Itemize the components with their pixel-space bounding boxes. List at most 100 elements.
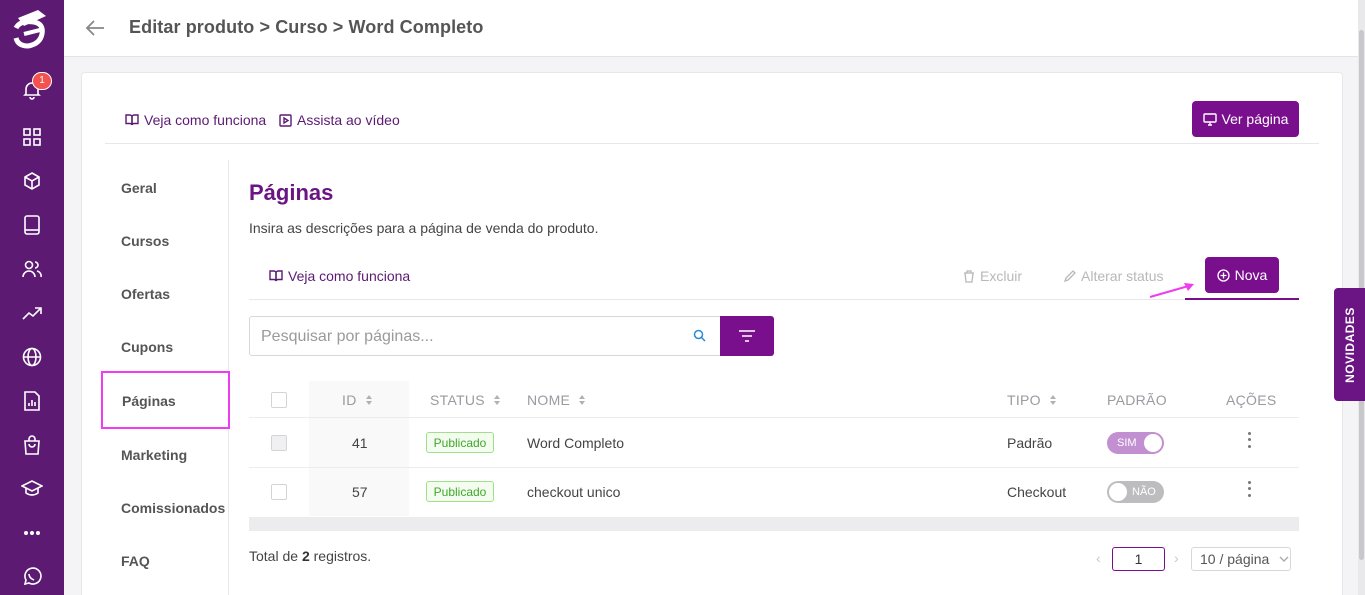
view-page-label: Ver página	[1221, 111, 1289, 127]
open-book-icon	[125, 114, 139, 126]
chevron-down-icon	[1279, 556, 1289, 562]
row-type: Checkout	[1007, 484, 1067, 500]
top-header: Editar produto > Curso > Word Completo	[64, 0, 1358, 57]
column-header-id-label: ID	[342, 392, 357, 408]
book-icon[interactable]	[20, 213, 44, 237]
default-toggle-label: NÃO	[1132, 486, 1156, 498]
users-icon[interactable]	[20, 257, 44, 281]
page-number-input[interactable]: 1	[1112, 547, 1165, 571]
delete-label: Excluir	[980, 268, 1023, 284]
column-header-default-label: PADRÃO	[1107, 392, 1167, 408]
row-name[interactable]: Word Completo	[527, 435, 624, 451]
default-toggle[interactable]: NÃO	[1107, 481, 1164, 503]
new-page-button[interactable]: Nova	[1205, 257, 1279, 293]
search-input[interactable]	[261, 326, 681, 348]
column-header-type[interactable]: TIPO	[1007, 392, 1057, 408]
toggle-knob	[1109, 483, 1127, 501]
delete-button[interactable]: Excluir	[963, 268, 1022, 284]
status-badge: Publicado	[426, 432, 494, 453]
product-box-icon[interactable]	[20, 169, 44, 193]
toolbar-divider	[249, 299, 1185, 300]
total-records: Total de 2 registros.	[249, 548, 371, 564]
filter-button[interactable]	[720, 316, 774, 356]
side-menu-item-marketing[interactable]: Marketing	[121, 447, 187, 463]
column-header-actions: AÇÕES	[1226, 392, 1277, 408]
dashboard-grid-icon[interactable]	[20, 125, 44, 149]
side-menu-item-paginas[interactable]: Páginas	[122, 393, 176, 409]
trash-icon	[964, 269, 974, 283]
globe-icon[interactable]	[20, 345, 44, 369]
back-arrow-icon[interactable]	[84, 17, 106, 39]
side-menu-item-cupons[interactable]: Cupons	[121, 339, 173, 355]
page-size-value: 10 / página	[1200, 551, 1270, 567]
new-page-label: Nova	[1234, 267, 1268, 283]
search-icon[interactable]	[693, 329, 706, 342]
video-play-icon	[279, 113, 292, 127]
toolbar-active-underline	[1185, 298, 1299, 300]
row-type: Padrão	[1007, 435, 1053, 451]
column-header-default: PADRÃO	[1107, 392, 1167, 408]
row-checkbox[interactable]	[271, 435, 287, 451]
default-toggle[interactable]: SIM	[1107, 432, 1164, 454]
total-count: 2	[301, 548, 310, 564]
more-horizontal-icon[interactable]	[20, 521, 44, 545]
trending-up-icon[interactable]	[20, 301, 44, 325]
toggle-knob	[1144, 434, 1162, 452]
row-divider	[249, 467, 1299, 468]
view-page-button[interactable]: Ver página	[1192, 101, 1299, 137]
column-header-status-label: STATUS	[430, 392, 485, 408]
monitor-icon	[1202, 112, 1217, 126]
filter-icon	[739, 330, 755, 342]
watch-video-link[interactable]: Assista ao vídeo	[279, 112, 400, 128]
sort-icon	[493, 395, 500, 405]
whatsapp-icon[interactable]	[20, 565, 44, 589]
total-suffix: registros.	[313, 548, 372, 564]
side-menu-item-faq[interactable]: FAQ	[121, 553, 150, 569]
search-box	[249, 316, 721, 356]
row-actions-menu-icon[interactable]	[1242, 479, 1256, 499]
graduation-cap-icon[interactable]	[20, 477, 44, 501]
column-header-name-label: NOME	[527, 392, 571, 408]
side-menu-item-cursos[interactable]: Cursos	[121, 233, 169, 249]
how-it-works-link[interactable]: Veja como funciona	[125, 112, 266, 128]
side-menu-item-geral[interactable]: Geral	[121, 180, 157, 196]
column-header-name[interactable]: NOME	[527, 392, 586, 408]
sort-icon	[579, 395, 586, 405]
column-header-actions-label: AÇÕES	[1226, 392, 1277, 408]
section-how-it-works-label: Veja como funciona	[288, 268, 411, 284]
plus-circle-icon	[1217, 268, 1230, 282]
prev-page-icon[interactable]: ‹	[1096, 550, 1101, 566]
row-checkbox[interactable]	[271, 484, 287, 500]
watch-video-label: Assista ao vídeo	[297, 112, 400, 128]
page-size-select[interactable]: 10 / página	[1191, 547, 1291, 571]
next-page-icon[interactable]: ›	[1174, 550, 1179, 566]
report-icon[interactable]	[20, 389, 44, 413]
section-description: Insira as descrições para a página de ve…	[249, 220, 599, 236]
column-header-type-label: TIPO	[1007, 392, 1041, 408]
side-menu-item-comissionados[interactable]: Comissionados	[121, 500, 225, 516]
column-header-id[interactable]: ID	[342, 392, 373, 408]
header-row-divider	[249, 417, 1299, 418]
status-badge: Publicado	[426, 481, 494, 502]
default-toggle-label: SIM	[1117, 437, 1137, 449]
shopping-bag-icon[interactable]	[20, 433, 44, 457]
select-all-checkbox[interactable]	[271, 392, 287, 408]
table-horizontal-scrollbar[interactable]	[249, 517, 1299, 531]
row-id: 41	[352, 435, 368, 451]
total-prefix: Total de	[249, 548, 299, 564]
notification-badge: 1	[32, 72, 52, 90]
left-rail: 1	[0, 0, 64, 595]
row-actions-menu-icon[interactable]	[1242, 430, 1256, 450]
column-header-status[interactable]: STATUS	[430, 392, 501, 408]
sort-icon	[1049, 395, 1056, 405]
section-title: Páginas	[249, 180, 334, 205]
brand-logo-icon[interactable]	[10, 6, 54, 50]
row-name[interactable]: checkout unico	[527, 484, 620, 500]
sort-icon	[365, 395, 372, 405]
row-id: 57	[352, 484, 368, 500]
news-side-tab[interactable]: NOVIDADES	[1334, 288, 1365, 401]
section-how-it-works-link[interactable]: Veja como funciona	[269, 268, 410, 284]
how-it-works-label: Veja como funciona	[144, 112, 267, 128]
side-menu-item-ofertas[interactable]: Ofertas	[121, 286, 170, 302]
top-divider	[105, 143, 1319, 144]
